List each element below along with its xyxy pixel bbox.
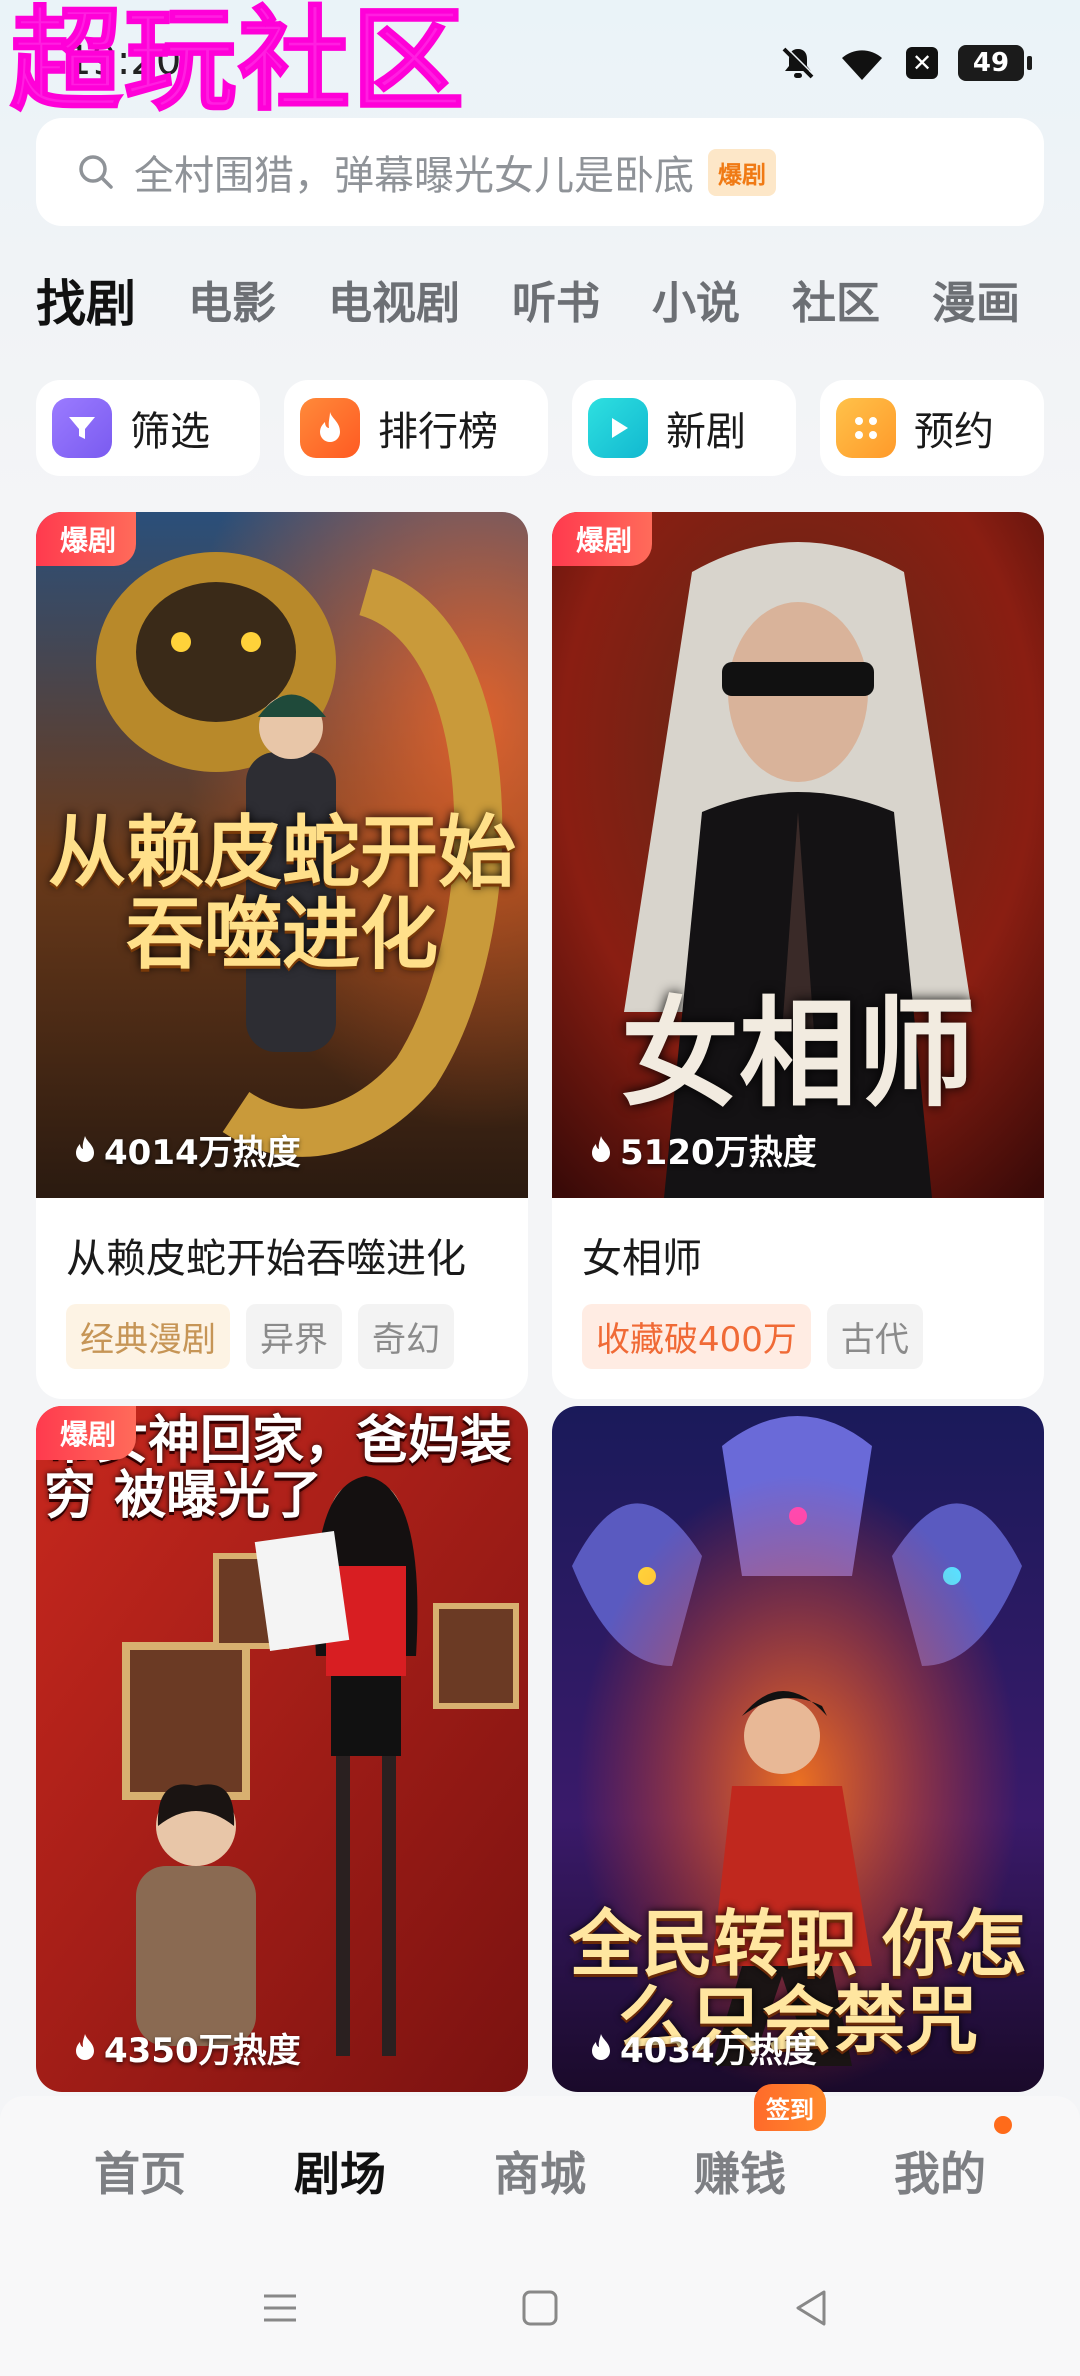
drama-cover: 全民转职 你怎么只会禁咒 4034万热度	[552, 1406, 1044, 2092]
filter-button[interactable]: 筛选	[36, 380, 260, 476]
tab-tv-series[interactable]: 电视剧	[328, 268, 460, 340]
flame-icon	[592, 2033, 610, 2060]
home-square-icon[interactable]	[518, 2286, 562, 2330]
nav-theater[interactable]: 剧场	[260, 2138, 420, 2204]
drama-cover: 带女神回家，爸妈装穷 被曝光了 爆剧 4350万热度	[36, 1406, 528, 2092]
new-drama-label: 新剧	[666, 409, 746, 455]
hot-badge: 爆剧	[552, 512, 653, 566]
nav-earn[interactable]: 赚钱 签到	[660, 2084, 826, 2204]
ranking-button[interactable]: 排行榜	[284, 380, 548, 476]
reserve-button[interactable]: 预约	[820, 380, 1044, 476]
quick-actions: 筛选 排行榜 新剧 预约	[36, 380, 1044, 476]
battery-indicator: 49	[958, 45, 1032, 81]
tab-novel[interactable]: 小说	[652, 268, 740, 340]
drama-card[interactable]: 全民转职 你怎么只会禁咒 4034万热度	[552, 1406, 1044, 2092]
watermark: 超玩社区	[9, 0, 466, 126]
filter-label: 筛选	[130, 409, 210, 455]
cover-title-text: 从赖皮蛇开始吞噬进化	[47, 807, 516, 980]
notification-dot	[994, 2116, 1012, 2134]
heat-count: 4014万热度	[72, 1125, 301, 1174]
hot-badge: 爆剧	[36, 512, 137, 566]
tab-movie[interactable]: 电影	[188, 268, 276, 340]
cover-title-text: 女相师	[620, 984, 975, 1123]
flame-icon	[76, 2033, 94, 2060]
heat-count: 4350万热度	[72, 2023, 301, 2072]
heat-text: 4014万热度	[104, 1133, 301, 1173]
tag-chip: 异界	[246, 1304, 342, 1369]
heat-text: 5120万热度	[620, 1133, 817, 1173]
fire-icon	[300, 398, 360, 458]
new-drama-button[interactable]: 新剧	[572, 380, 796, 476]
flame-icon	[76, 1135, 94, 1162]
search-placeholder: 全村围猎，弹幕曝光女儿是卧底	[134, 153, 694, 199]
nav-profile-label: 我的	[894, 2147, 986, 2201]
bottom-navigation: 首页 剧场 商城 赚钱 签到 我的	[0, 2084, 1080, 2246]
tag-chip: 收藏破400万	[582, 1304, 811, 1369]
nav-mall[interactable]: 商城	[460, 2138, 620, 2204]
menu-icon[interactable]	[258, 2286, 302, 2330]
heat-text: 4034万热度	[620, 2031, 817, 2071]
heat-count: 4034万热度	[588, 2023, 817, 2072]
tab-community[interactable]: 社区	[792, 268, 880, 340]
grid-icon	[836, 398, 896, 458]
heat-count: 5120万热度	[588, 1125, 817, 1174]
drama-card[interactable]: 带女神回家，爸妈装穷 被曝光了 爆剧 4350万热度	[36, 1406, 528, 2092]
ranking-label: 排行榜	[378, 409, 498, 455]
hot-badge: 爆剧	[36, 1406, 137, 1460]
drama-card[interactable]: 女相师 爆剧 5120万热度 女相师 收藏破400万 古代	[552, 512, 1044, 1399]
drama-title: 女相师	[582, 1236, 702, 1282]
tag-chip: 古代	[826, 1304, 923, 1369]
system-navigation-bar	[0, 2246, 1080, 2376]
wifi-icon	[842, 50, 882, 80]
back-icon[interactable]	[790, 2286, 834, 2330]
category-tabs: 找剧 电影 电视剧 听书 小说 社区 漫画	[36, 268, 1080, 348]
search-hot-badge: 爆剧	[708, 148, 776, 196]
play-icon	[588, 398, 648, 458]
drama-cover: 从赖皮蛇开始吞噬进化 爆剧 4014万热度	[36, 512, 528, 1198]
tag-chip: 经典漫剧	[66, 1304, 230, 1369]
tab-find-drama[interactable]: 找剧	[36, 268, 136, 340]
flame-icon	[592, 1135, 610, 1162]
tag-chip: 奇幻	[358, 1304, 454, 1369]
sign-in-badge: 签到	[754, 2084, 826, 2131]
status-bar: 19:20 超玩社区 ✕ 49	[0, 0, 1080, 126]
nav-profile[interactable]: 我的	[860, 2116, 1020, 2204]
search-bar[interactable]: 全村围猎，弹幕曝光女儿是卧底 爆剧	[36, 118, 1044, 226]
drama-title: 从赖皮蛇开始吞噬进化	[66, 1236, 466, 1282]
nav-home[interactable]: 首页	[60, 2138, 220, 2204]
heat-text: 4350万热度	[104, 2031, 301, 2071]
tab-audiobook[interactable]: 听书	[512, 268, 600, 340]
search-icon	[79, 155, 113, 189]
nav-earn-label: 赚钱	[694, 2147, 786, 2201]
close-badge-icon: ✕	[906, 47, 938, 79]
reserve-label: 预约	[914, 409, 994, 455]
tab-comics[interactable]: 漫画	[932, 268, 1020, 340]
drama-card[interactable]: 从赖皮蛇开始吞噬进化 爆剧 4014万热度 从赖皮蛇开始吞噬进化 经典漫剧 异界…	[36, 512, 528, 1399]
drama-cover: 女相师 爆剧 5120万热度	[552, 512, 1044, 1198]
filter-icon	[52, 398, 112, 458]
mute-bell-icon	[782, 46, 815, 79]
